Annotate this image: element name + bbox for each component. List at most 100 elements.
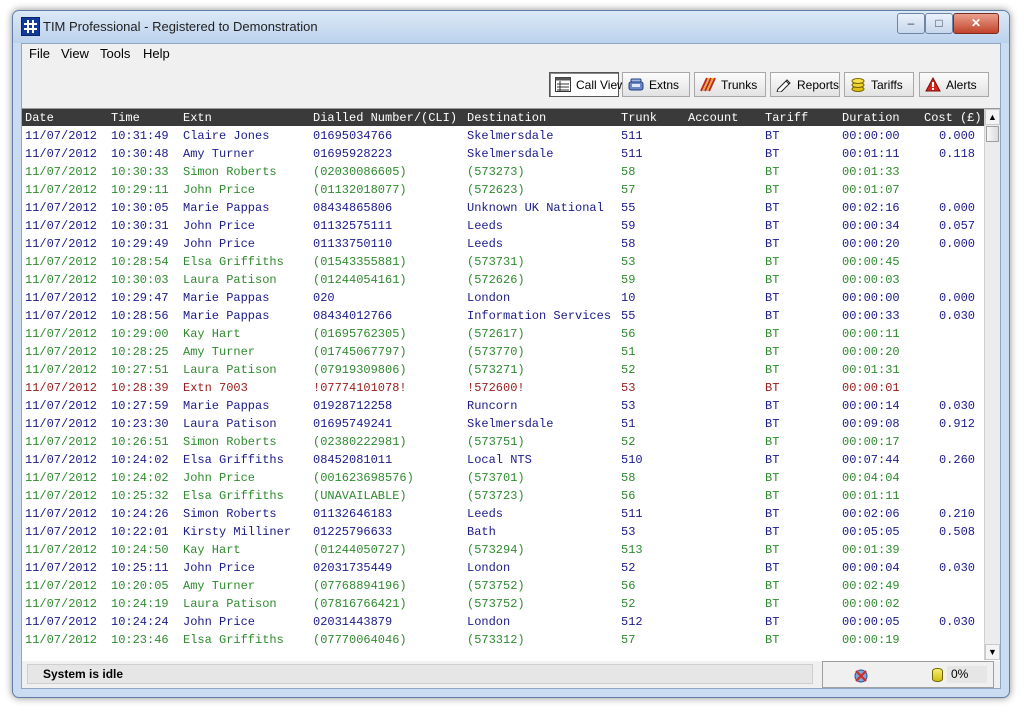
vertical-scrollbar[interactable]: ▲ ▼: [984, 109, 1000, 660]
column-account[interactable]: Account: [688, 111, 738, 125]
table-row[interactable]: 11/07/2012 10:23:30 Laura Patison 016957492…: [22, 415, 984, 433]
menu-help[interactable]: Help: [143, 46, 170, 61]
menu-file[interactable]: File: [29, 46, 50, 61]
cell-destination: London: [467, 291, 511, 305]
cell-extn: Marie Pappas: [183, 309, 270, 323]
table-row[interactable]: 11/07/2012 10:24:19 Laura Patison (07816766…: [22, 595, 984, 613]
table-row[interactable]: 11/07/2012 10:25:32 Elsa Griffiths (UNAVAIL…: [22, 487, 984, 505]
cell-extn: Kay Hart: [183, 543, 241, 557]
cell-dialled-number: 08434012766: [313, 309, 393, 323]
column-cost[interactable]: Cost (£): [924, 111, 982, 125]
cell-cost: 0.057: [938, 219, 975, 233]
cell-cost: 0.118: [938, 147, 975, 161]
cell-duration: 00:09:08: [842, 417, 900, 431]
cell-destination: London: [467, 615, 511, 629]
title-bar[interactable]: TIM Professional - Registered to Demonst…: [13, 11, 1009, 43]
table-row[interactable]: 11/07/2012 10:25:11 John Price 02031735449 L…: [22, 559, 984, 577]
table-row[interactable]: 11/07/2012 10:28:56 Marie Pappas 0843401276…: [22, 307, 984, 325]
column-destination[interactable]: Destination: [467, 111, 546, 125]
table-row[interactable]: 11/07/2012 10:20:05 Amy Turner (07768894196…: [22, 577, 984, 595]
cell-dialled-number: (01244054161): [313, 273, 407, 287]
table-row[interactable]: 11/07/2012 10:30:48 Amy Turner 01695928223 S…: [22, 145, 984, 163]
scroll-thumb[interactable]: [986, 126, 999, 142]
column-duration[interactable]: Duration: [842, 111, 900, 125]
table-row[interactable]: 11/07/2012 10:29:11 John Price (01132018077…: [22, 181, 984, 199]
table-row[interactable]: 11/07/2012 10:24:50 Kay Hart (01244050727) (…: [22, 541, 984, 559]
table-row[interactable]: 11/07/2012 10:24:02 John Price (00162369857…: [22, 469, 984, 487]
cell-tariff: BT: [765, 471, 780, 485]
cell-duration: 00:07:44: [842, 453, 900, 467]
column-extn[interactable]: Extn: [183, 111, 212, 125]
extns-button[interactable]: Extns: [622, 72, 690, 97]
close-button[interactable]: ✕: [953, 13, 999, 34]
table-row[interactable]: 11/07/2012 10:24:24 John Price 02031443879 L…: [22, 613, 984, 631]
table-row[interactable]: 11/07/2012 10:28:25 Amy Turner (01745067797…: [22, 343, 984, 361]
trunks-icon: [700, 77, 716, 92]
table-row[interactable]: 11/07/2012 10:22:01 Kirsty Milliner 0122579…: [22, 523, 984, 541]
minimize-button[interactable]: –: [897, 13, 925, 34]
table-row[interactable]: 11/07/2012 10:29:00 Kay Hart (01695762305) (…: [22, 325, 984, 343]
trunks-button[interactable]: Trunks: [694, 72, 766, 97]
table-row[interactable]: 11/07/2012 10:26:51 Simon Roberts (02380222…: [22, 433, 984, 451]
cell-tariff: BT: [765, 147, 780, 161]
column-time[interactable]: Time: [111, 111, 140, 125]
cell-time: 10:22:01: [111, 525, 169, 539]
cell-tariff: BT: [765, 633, 780, 647]
scroll-up-button[interactable]: ▲: [985, 109, 1000, 125]
table-row[interactable]: 11/07/2012 10:29:49 John Price 01133750110 L…: [22, 235, 984, 253]
menu-tools[interactable]: Tools: [100, 46, 130, 61]
cell-trunk: 53: [621, 399, 636, 413]
table-row[interactable]: 11/07/2012 10:24:02 Elsa Griffiths 08452081…: [22, 451, 984, 469]
cell-extn: Amy Turner: [183, 147, 256, 161]
cell-destination: (573271): [467, 363, 525, 377]
table-row[interactable]: 11/07/2012 10:30:33 Simon Roberts (02030086…: [22, 163, 984, 181]
table-row[interactable]: 11/07/2012 10:27:59 Marie Pappas 0192871225…: [22, 397, 984, 415]
cell-date: 11/07/2012: [25, 183, 98, 197]
cell-dialled-number: (UNAVAILABLE): [313, 489, 407, 503]
alerts-button[interactable]: Alerts: [919, 72, 989, 97]
cell-cost: 0.912: [938, 417, 975, 431]
status-indicators: 0%: [822, 661, 994, 688]
table-row[interactable]: 11/07/2012 10:31:49 Claire Jones 0169503476…: [22, 127, 984, 145]
call-list[interactable]: Date Time Extn Dialled Number/(CLI) Dest…: [22, 108, 1000, 661]
database-icon: [932, 668, 943, 682]
cell-dialled-number: (02380222981): [313, 435, 407, 449]
cell-dialled-number: 02031443879: [313, 615, 393, 629]
column-date[interactable]: Date: [25, 111, 54, 125]
table-row[interactable]: 11/07/2012 10:23:46 Elsa Griffiths (0777006…: [22, 631, 984, 649]
table-row[interactable]: 11/07/2012 10:29:47 Marie Pappas 020 London 1…: [22, 289, 984, 307]
cell-duration: 00:00:19: [842, 633, 900, 647]
scroll-down-button[interactable]: ▼: [985, 644, 1000, 660]
tariffs-button[interactable]: Tariffs: [844, 72, 914, 97]
reports-button[interactable]: Reports: [770, 72, 840, 97]
cell-tariff: BT: [765, 525, 780, 539]
table-row[interactable]: 11/07/2012 10:28:39 Extn 7003 !07774101078!…: [22, 379, 984, 397]
column-trunk[interactable]: Trunk: [621, 111, 657, 125]
cell-extn: John Price: [183, 471, 256, 485]
table-row[interactable]: 11/07/2012 10:24:26 Simon Roberts 011326461…: [22, 505, 984, 523]
cell-destination: (573751): [467, 435, 525, 449]
cell-destination: Bath: [467, 525, 496, 539]
table-row[interactable]: 11/07/2012 10:30:31 John Price 01132575111 L…: [22, 217, 984, 235]
cell-destination: London: [467, 561, 511, 575]
cell-date: 11/07/2012: [25, 381, 98, 395]
menu-view[interactable]: View: [61, 46, 89, 61]
call-view-button[interactable]: Call View: [549, 72, 626, 97]
cell-extn: Laura Patison: [183, 597, 277, 611]
table-row[interactable]: 11/07/2012 10:30:03 Laura Patison (01244054…: [22, 271, 984, 289]
cell-cost: 0.030: [938, 399, 975, 413]
table-row[interactable]: 11/07/2012 10:28:54 Elsa Griffiths (0154335…: [22, 253, 984, 271]
table-row[interactable]: 11/07/2012 10:27:51 Laura Patison (07919309…: [22, 361, 984, 379]
cell-time: 10:29:00: [111, 327, 169, 341]
cell-extn: Kirsty Milliner: [183, 525, 292, 539]
cell-trunk: 53: [621, 381, 636, 395]
column-dialled-number[interactable]: Dialled Number/(CLI): [313, 111, 457, 125]
cell-duration: 00:00:34: [842, 219, 900, 233]
toolbar: Call View Extns Trunks Reports Tariffs A…: [22, 63, 1000, 107]
maximize-button[interactable]: □: [925, 13, 953, 34]
cell-time: 10:25:11: [111, 561, 169, 575]
cell-date: 11/07/2012: [25, 255, 98, 269]
table-row[interactable]: 11/07/2012 10:30:05 Marie Pappas 0843486580…: [22, 199, 984, 217]
cell-extn: Kay Hart: [183, 327, 241, 341]
column-tariff[interactable]: Tariff: [765, 111, 808, 125]
